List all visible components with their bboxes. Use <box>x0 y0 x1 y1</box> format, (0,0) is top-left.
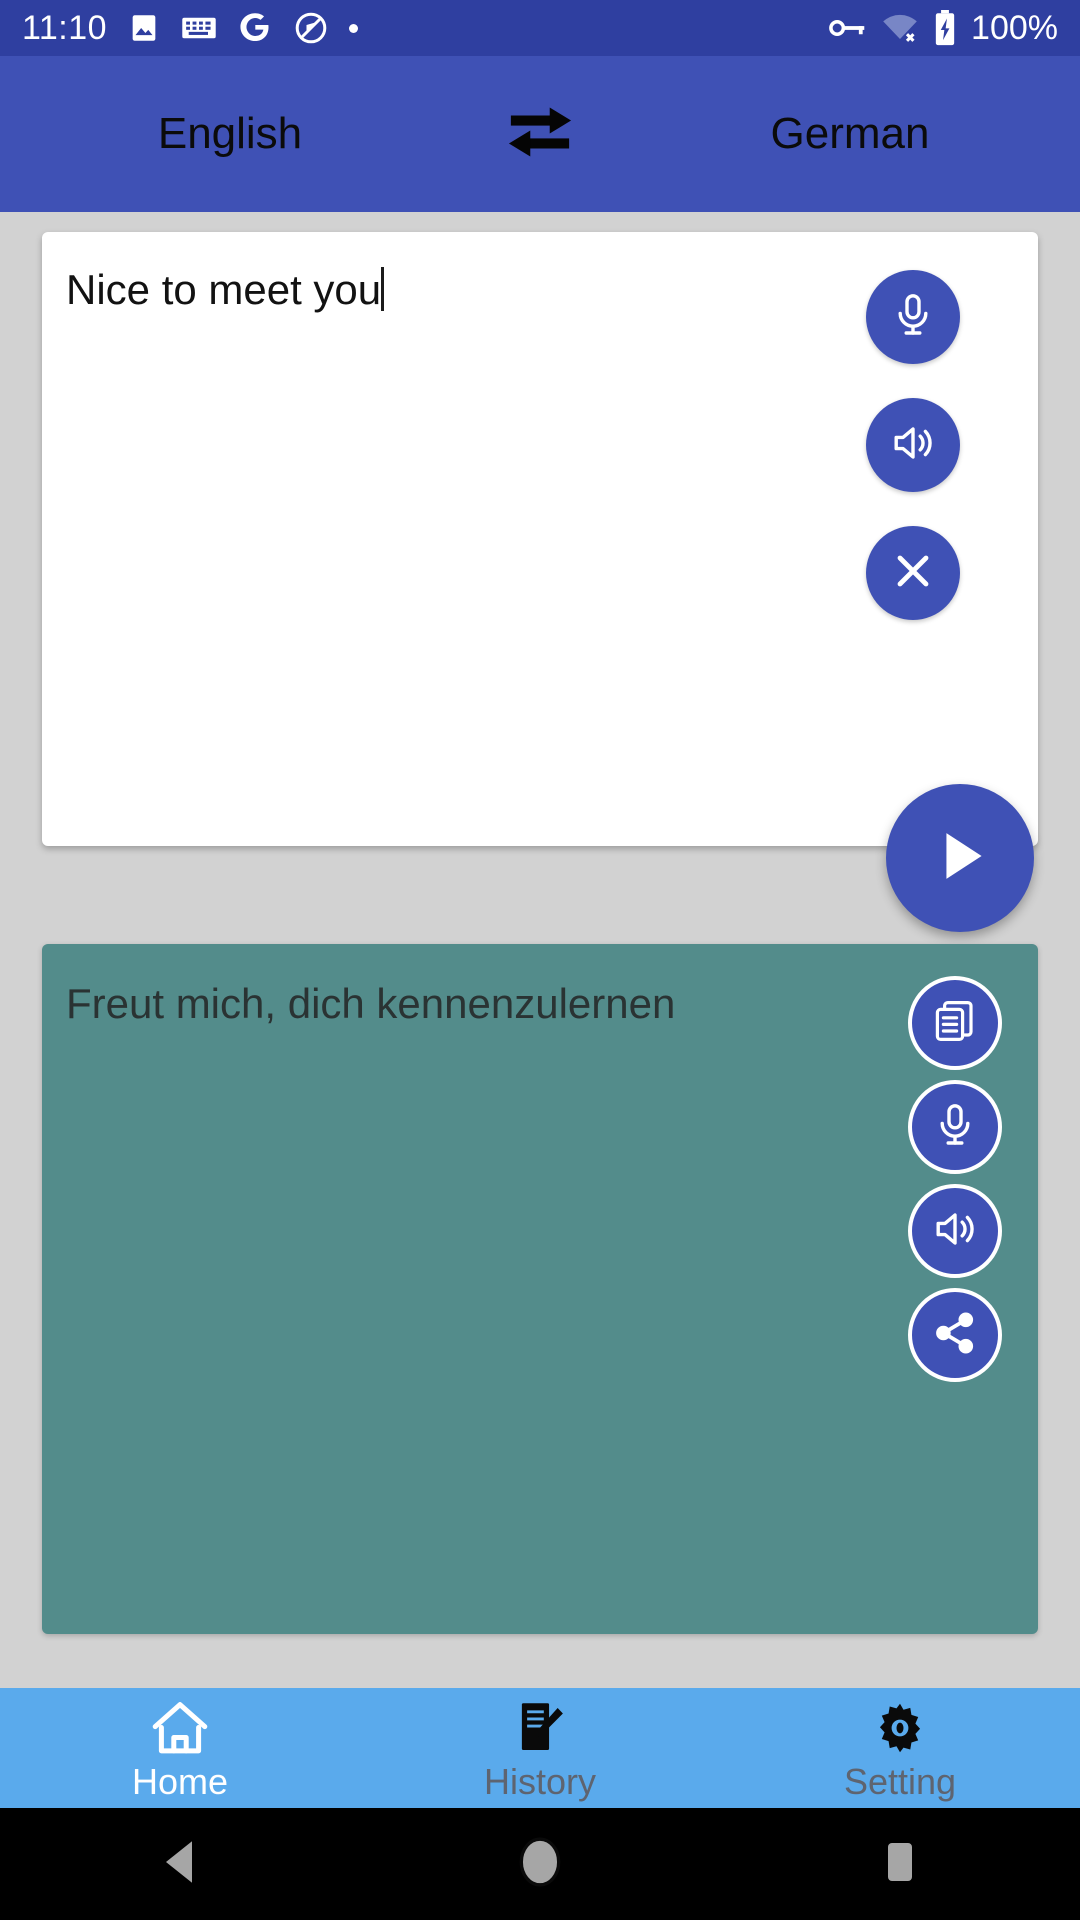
bottom-tab-bar: Home History Setting <box>0 1688 1080 1808</box>
vpn-key-icon <box>829 15 867 41</box>
tab-history-label: History <box>483 1761 596 1802</box>
app-screen: 11:10 100% English German Nice to meet y… <box>0 0 1080 1920</box>
note-edit-icon <box>509 1696 571 1760</box>
battery-charging-icon <box>933 10 957 46</box>
gear-icon <box>871 1696 929 1760</box>
recents-square-icon <box>880 1837 920 1892</box>
share-icon <box>931 1309 979 1362</box>
nav-recents-button[interactable] <box>720 1837 1080 1892</box>
photo-icon <box>127 11 161 45</box>
nav-home-button[interactable] <box>360 1835 720 1894</box>
input-text-value: Nice to meet you <box>66 266 382 313</box>
translation-text: Freut mich, dich kennenzulernen <box>66 980 676 1027</box>
speaker-icon <box>889 419 937 472</box>
close-icon <box>889 547 937 600</box>
android-navigation-bar <box>0 1808 1080 1920</box>
language-bar: English German <box>0 56 1080 212</box>
input-speaker-button[interactable] <box>866 398 960 492</box>
text-caret <box>381 267 385 311</box>
tab-home[interactable]: Home <box>0 1688 360 1808</box>
battery-percent: 100% <box>971 9 1058 47</box>
output-speaker-button[interactable] <box>908 1184 1002 1278</box>
dot-icon <box>349 23 359 33</box>
status-clock: 11:10 <box>22 9 108 47</box>
home-icon <box>149 1696 211 1760</box>
android-status-bar: 11:10 100% <box>0 0 1080 56</box>
tab-history[interactable]: History <box>360 1688 720 1808</box>
share-button[interactable] <box>908 1288 1002 1382</box>
copy-icon <box>931 997 979 1050</box>
target-language-button[interactable]: German <box>620 56 1080 212</box>
nav-back-button[interactable] <box>0 1836 360 1893</box>
keyboard-icon <box>181 14 217 42</box>
back-icon <box>157 1836 203 1893</box>
input-text-field[interactable]: Nice to meet you <box>66 264 826 317</box>
source-language-button[interactable]: English <box>0 56 460 212</box>
output-card: Freut mich, dich kennenzulernen <box>42 944 1038 1634</box>
tab-setting-label: Setting <box>843 1761 957 1802</box>
translate-button[interactable] <box>886 784 1034 932</box>
target-language-label: German <box>770 109 930 158</box>
output-mic-button[interactable] <box>908 1080 1002 1174</box>
copy-button[interactable] <box>908 976 1002 1070</box>
home-circle-icon <box>517 1835 563 1894</box>
play-icon <box>923 819 997 898</box>
microphone-icon <box>889 291 937 344</box>
input-mic-button[interactable] <box>866 270 960 364</box>
status-bar-left: 11:10 <box>22 9 359 47</box>
swap-languages-button[interactable] <box>460 56 620 212</box>
google-g-icon <box>237 10 273 46</box>
wifi-off-icon <box>881 13 919 43</box>
source-language-label: English <box>157 109 303 158</box>
input-clear-button[interactable] <box>866 526 960 620</box>
tab-home-label: Home <box>131 1761 229 1802</box>
quick-icon <box>293 10 329 46</box>
microphone-icon <box>931 1101 979 1154</box>
tab-setting[interactable]: Setting <box>720 1688 1080 1808</box>
speaker-icon <box>931 1205 979 1258</box>
status-bar-right: 100% <box>829 10 1058 46</box>
swap-horizontal-icon <box>501 99 579 170</box>
